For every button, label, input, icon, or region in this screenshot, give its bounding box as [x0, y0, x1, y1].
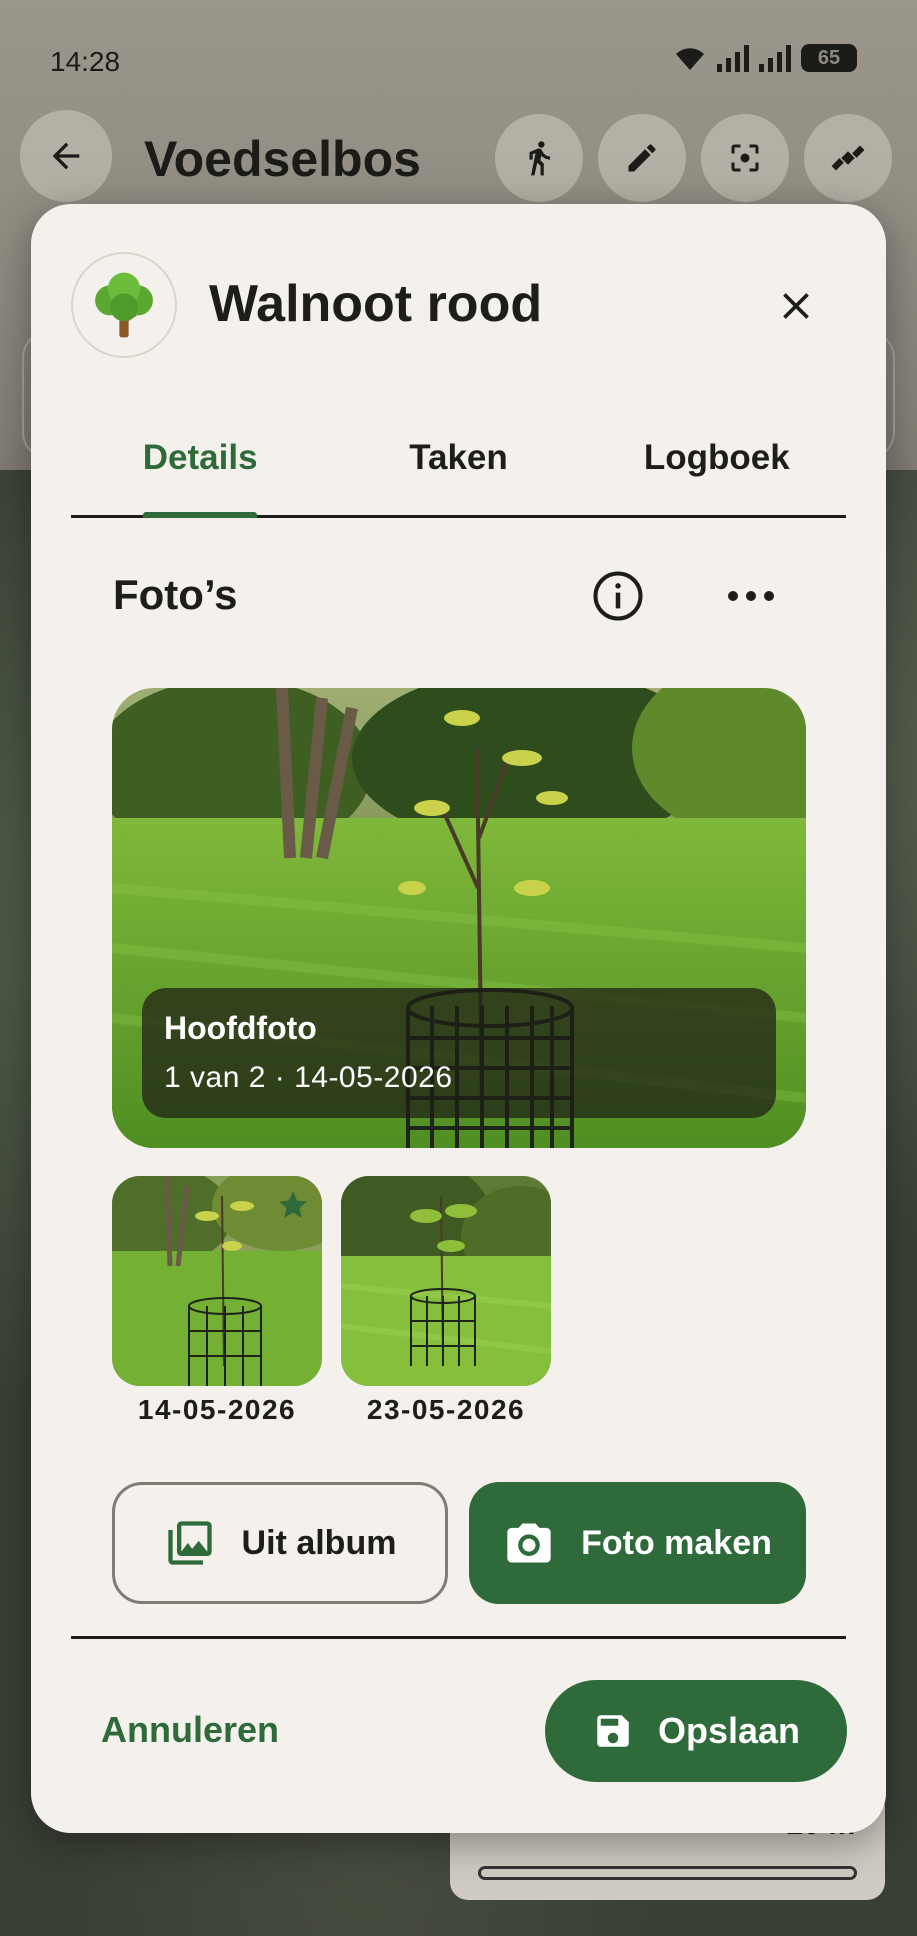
main-photo-caption: Hoofdfoto 1 van 2 · 14-05-2026 — [142, 988, 776, 1118]
save-icon — [597, 1715, 629, 1747]
from-album-label: Uit album — [241, 1523, 397, 1562]
edit-button[interactable] — [598, 114, 686, 202]
take-photo-label: Foto maken — [581, 1523, 772, 1562]
save-label: Opslaan — [657, 1710, 801, 1751]
photos-section-title: Foto’s — [113, 571, 238, 618]
more-horiz-icon — [728, 591, 774, 601]
main-photo-label: Hoofdfoto — [164, 1010, 317, 1046]
save-button[interactable]: Opslaan — [545, 1680, 847, 1782]
tab-logboek[interactable]: Logboek — [588, 414, 846, 515]
arrow-back-icon — [52, 142, 80, 170]
back-button[interactable] — [20, 110, 112, 202]
status-icons: 65 — [673, 44, 857, 72]
photo-library-icon — [167, 1521, 212, 1565]
close-button[interactable] — [766, 276, 826, 336]
tree-icon — [95, 272, 153, 338]
more-options-button[interactable] — [721, 569, 781, 623]
plant-details-dialog: Walnoot rood Details Taken Logboek Foto’… — [31, 204, 886, 1833]
avatar — [71, 252, 177, 358]
photo-thumbnail-2[interactable] — [341, 1176, 551, 1386]
status-time: 14:28 — [50, 46, 121, 77]
satellite-button[interactable] — [804, 114, 892, 202]
tab-details[interactable]: Details — [71, 414, 329, 518]
main-photo-meta: 1 van 2 · 14-05-2026 — [164, 1061, 453, 1094]
walk-button[interactable] — [495, 114, 583, 202]
tab-taken[interactable]: Taken — [329, 414, 587, 515]
page-title: Voedselbos — [144, 131, 421, 187]
signal-icon — [717, 44, 749, 72]
info-icon — [593, 571, 643, 621]
from-album-button[interactable]: Uit album — [112, 1482, 448, 1604]
map-scale-bar — [478, 1866, 857, 1880]
battery-icon: 65 — [801, 44, 857, 72]
wifi-icon — [676, 48, 704, 70]
photo-thumbnail-1[interactable] — [112, 1176, 322, 1386]
close-icon — [783, 293, 809, 319]
signal-icon-2 — [759, 44, 791, 72]
footer-divider — [71, 1636, 846, 1639]
walk-icon — [529, 141, 551, 176]
info-button[interactable] — [591, 569, 645, 623]
thumbnail-date-2: 23-05-2026 — [366, 1394, 526, 1425]
edit-icon — [628, 144, 656, 172]
star-icon — [278, 1190, 308, 1219]
dialog-title: Walnoot rood — [209, 275, 543, 333]
take-photo-button[interactable]: Foto maken — [469, 1482, 806, 1604]
thumbnail-image-2 — [341, 1176, 551, 1386]
camera-icon — [507, 1523, 551, 1563]
app-bar: Voedselbos — [20, 110, 897, 206]
tab-bar: Details Taken Logboek — [71, 414, 846, 518]
satellite-icon — [831, 145, 865, 171]
thumbnail-date-1: 14-05-2026 — [137, 1394, 297, 1425]
cancel-button[interactable]: Annuleren — [101, 1709, 279, 1751]
focus-button[interactable] — [701, 114, 789, 202]
center-focus-icon — [731, 144, 759, 172]
main-photo[interactable]: Hoofdfoto 1 van 2 · 14-05-2026 — [112, 688, 806, 1148]
status-bar: 14:28 65 — [0, 0, 917, 120]
